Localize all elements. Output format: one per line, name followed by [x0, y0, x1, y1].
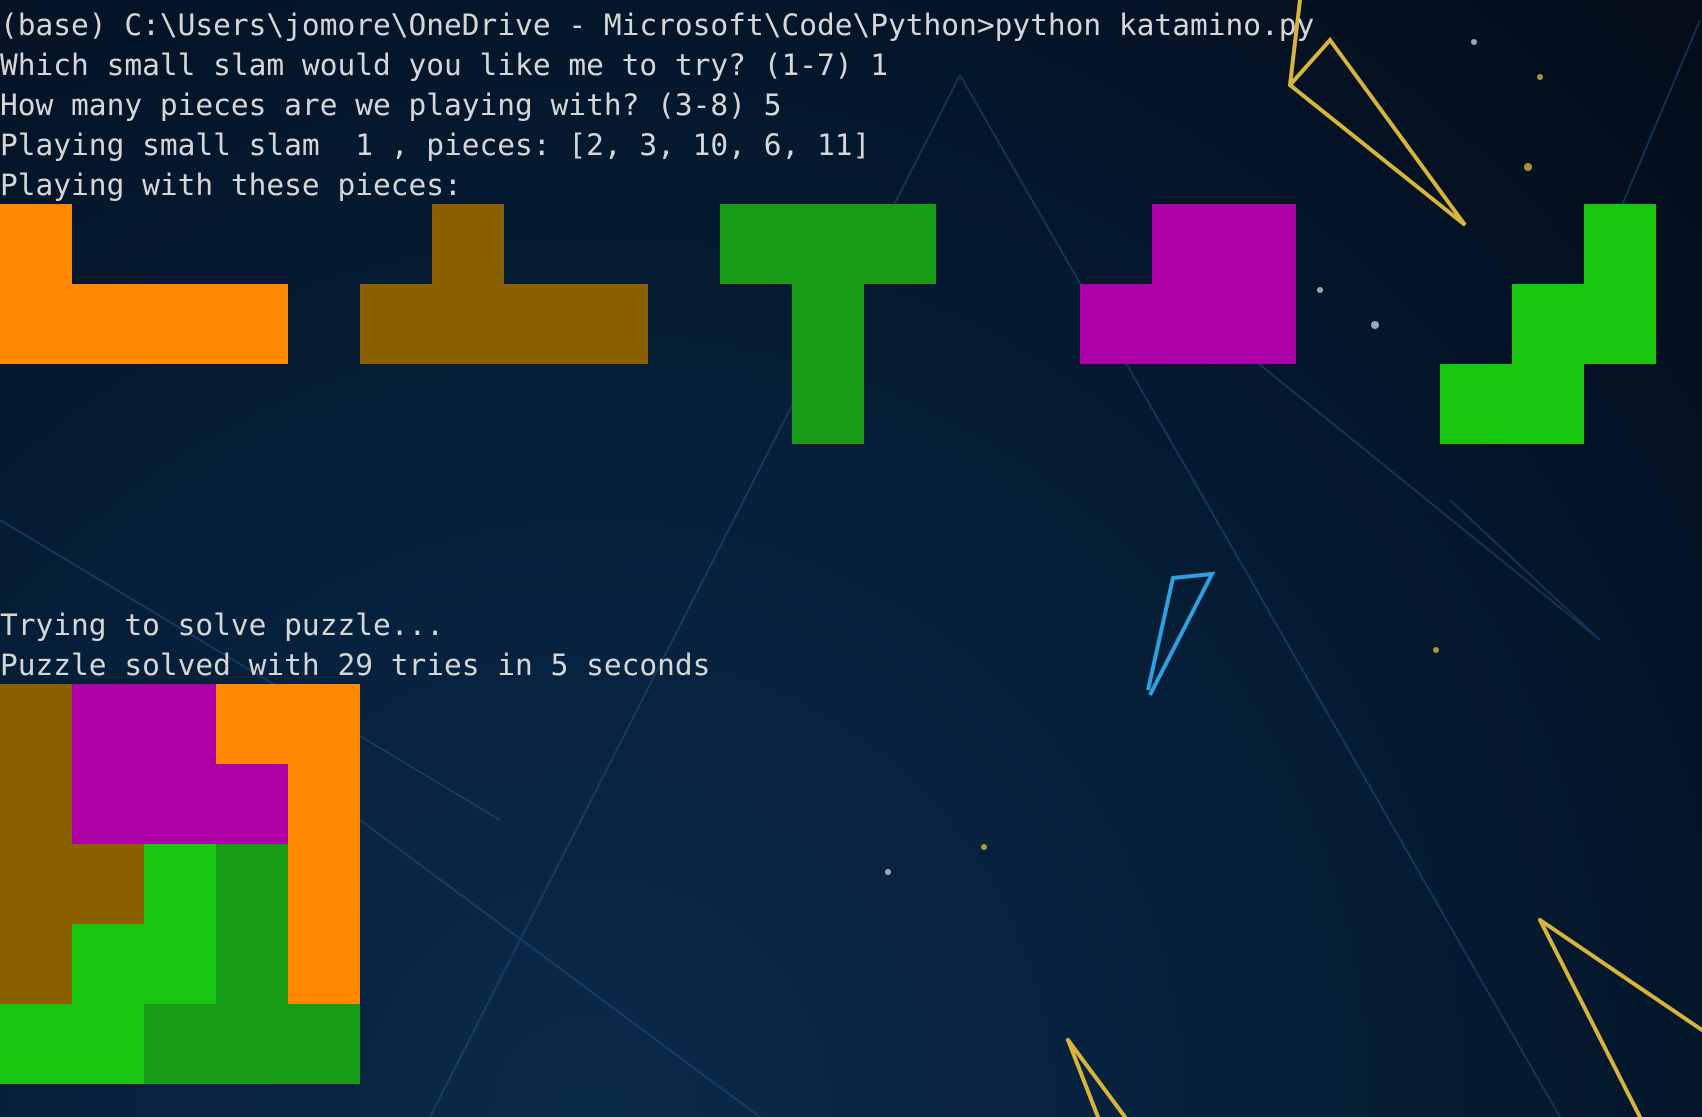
piece-10-cell: [720, 204, 792, 284]
solution-cell: [0, 924, 72, 1004]
piece-6-cell: [1152, 284, 1224, 364]
piece-11-cell: [1512, 284, 1584, 364]
piece-10-cell: [792, 204, 864, 284]
solution-cell: [216, 684, 288, 764]
solution-cell: [72, 684, 144, 764]
piece-10-cell: [864, 204, 936, 284]
terminal-line-trying: Trying to solve puzzle...: [0, 608, 445, 642]
terminal-line-solved: Puzzle solved with 29 tries in 5 seconds: [0, 648, 711, 682]
piece-11-cell: [1584, 204, 1656, 284]
piece-6-cell: [1224, 204, 1296, 284]
piece-3-cell: [576, 284, 648, 364]
terminal-line-command: (base) C:\Users\jomore\OneDrive - Micros…: [0, 8, 1315, 42]
solution-cell: [0, 684, 72, 764]
piece-2-cell: [216, 284, 288, 364]
solution-cell: [288, 684, 360, 764]
solution-cell: [72, 924, 144, 1004]
piece-3-cell: [432, 204, 504, 284]
solution-cell: [0, 1004, 72, 1084]
solution-cell: [72, 1004, 144, 1084]
piece-2-cell: [144, 284, 216, 364]
terminal-line-playing-with: Playing with these pieces:: [0, 168, 462, 202]
piece-2-cell: [72, 284, 144, 364]
solution-cell: [288, 844, 360, 924]
solution-cell: [288, 1004, 360, 1084]
piece-6-cell: [1080, 284, 1152, 364]
piece-11-cell: [1584, 284, 1656, 364]
piece-6-cell: [1152, 204, 1224, 284]
terminal-line-pieces-prompt: How many pieces are we playing with? (3-…: [0, 88, 782, 122]
piece-3-cell: [360, 284, 432, 364]
solution-cell: [144, 684, 216, 764]
solution-cell: [144, 844, 216, 924]
solution-cell: [144, 1004, 216, 1084]
solution-cell: [72, 844, 144, 924]
solution-cell: [144, 924, 216, 1004]
piece-3-cell: [504, 284, 576, 364]
piece-11-cell: [1440, 364, 1512, 444]
terminal-line-playing: Playing small slam 1 , pieces: [2, 3, 10…: [0, 128, 871, 162]
solution-cell: [288, 924, 360, 1004]
solution-cell: [216, 844, 288, 924]
solution-cell: [216, 764, 288, 844]
piece-3-cell: [432, 284, 504, 364]
piece-10-cell: [792, 364, 864, 444]
solution-cell: [288, 764, 360, 844]
solution-cell: [0, 844, 72, 924]
piece-2-cell: [0, 284, 72, 364]
solution-cell: [216, 1004, 288, 1084]
solution-cell: [72, 764, 144, 844]
solution-cell: [0, 764, 72, 844]
solution-cell: [216, 924, 288, 1004]
piece-2-cell: [0, 204, 72, 284]
terminal-line-slam-prompt: Which small slam would you like me to tr…: [0, 48, 889, 82]
piece-11-cell: [1512, 364, 1584, 444]
piece-6-cell: [1224, 284, 1296, 364]
piece-10-cell: [792, 284, 864, 364]
solution-cell: [144, 764, 216, 844]
